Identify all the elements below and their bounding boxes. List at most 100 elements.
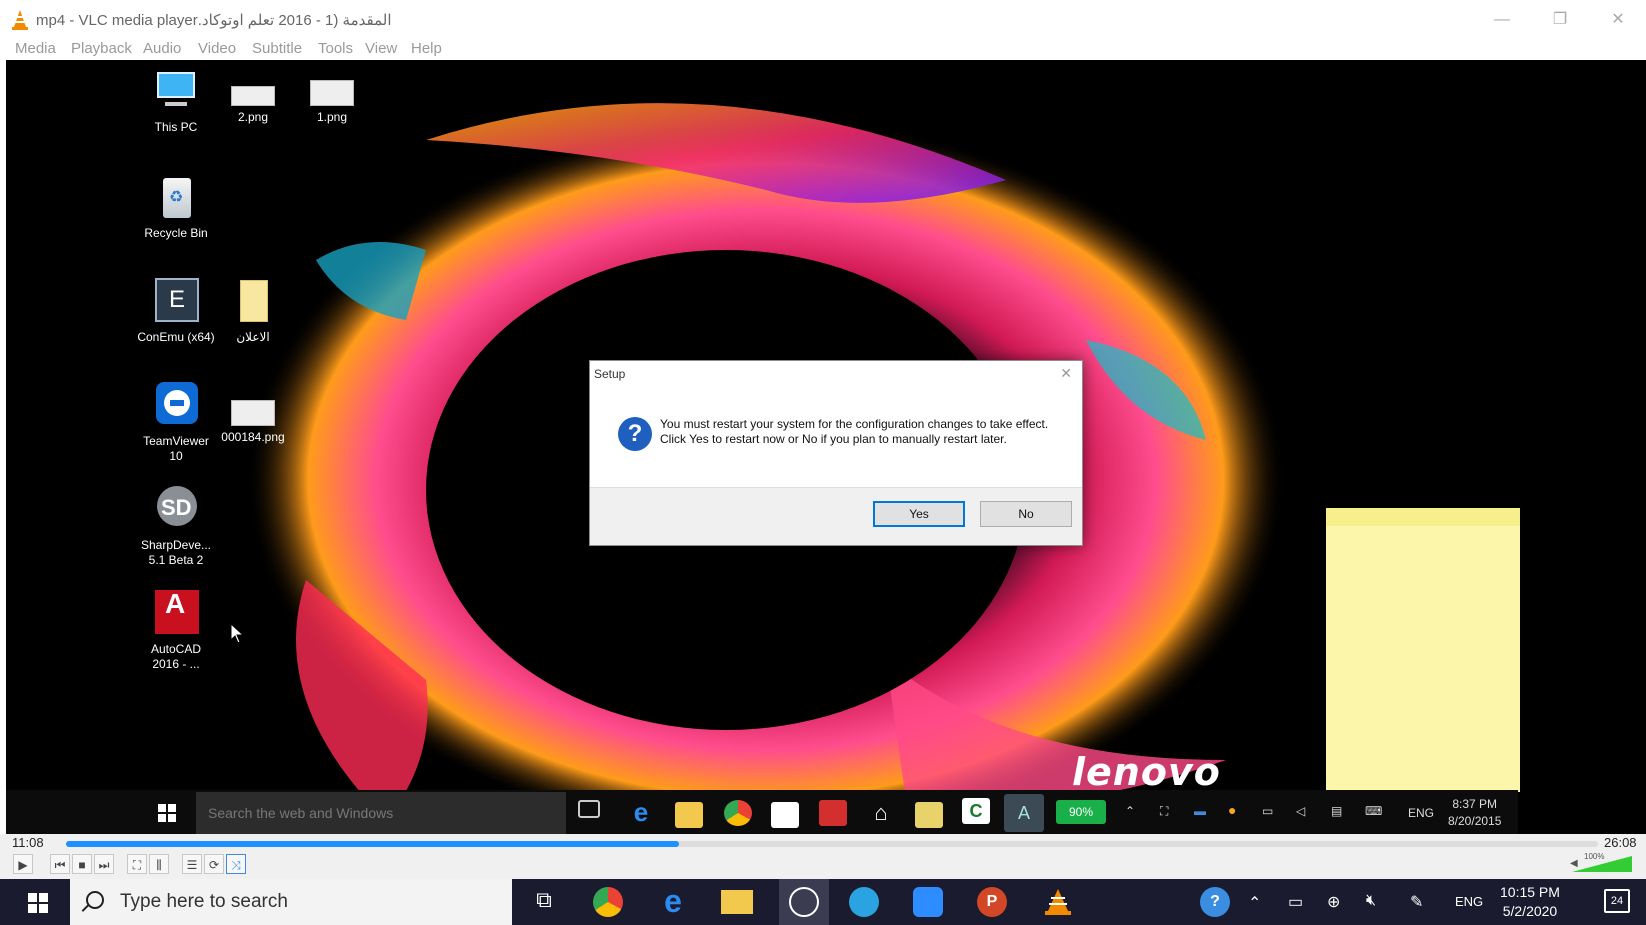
file-explorer-icon[interactable] bbox=[675, 802, 703, 828]
file-explorer-taskbar-icon[interactable] bbox=[721, 890, 753, 914]
taskbar-search-box[interactable]: Type here to search bbox=[70, 879, 512, 925]
desktop-icon-2-png[interactable]: 2.png bbox=[213, 80, 293, 125]
previous-button[interactable]: ⏮ bbox=[50, 854, 70, 874]
recorded-language[interactable]: ENG bbox=[1408, 806, 1434, 820]
orange-tray-icon[interactable]: ● bbox=[1228, 802, 1236, 818]
dialog-close-button[interactable]: ✕ bbox=[1060, 365, 1072, 382]
zoom-icon[interactable] bbox=[913, 887, 943, 917]
menu-media[interactable]: Media bbox=[15, 40, 56, 57]
desktop-icon-sharpdevelop[interactable]: SD SharpDeve... 5.1 Beta 2 bbox=[136, 484, 216, 568]
active-app-taskbar-button[interactable] bbox=[779, 879, 829, 925]
image-file-icon bbox=[228, 400, 278, 426]
keyboard-icon[interactable]: ⌨ bbox=[1365, 804, 1382, 818]
mouse-cursor-icon bbox=[231, 624, 245, 644]
folder-icon[interactable] bbox=[915, 802, 943, 828]
message-icon[interactable]: ▤ bbox=[1331, 804, 1342, 818]
chrome-taskbar-icon[interactable] bbox=[593, 887, 623, 917]
help-tray-icon[interactable]: ? bbox=[1200, 887, 1230, 917]
mail-icon[interactable] bbox=[771, 802, 799, 828]
yes-button[interactable]: Yes bbox=[873, 501, 965, 527]
desktop-icon-this-pc[interactable]: This PC bbox=[136, 66, 216, 135]
host-taskbar: Type here to search ⧉ e P ? ⌃ ▭ ⊕ 🔇︎ ✎ E… bbox=[0, 879, 1646, 925]
show-hidden-icons[interactable]: ⌃ bbox=[1248, 893, 1261, 913]
close-button[interactable]: ✕ bbox=[1598, 6, 1638, 34]
telegram-icon[interactable] bbox=[849, 887, 879, 917]
language-indicator[interactable]: ENG bbox=[1455, 894, 1483, 909]
tray-chevron-icon[interactable]: ⌃ bbox=[1125, 804, 1135, 818]
edge-taskbar-icon[interactable]: e bbox=[657, 885, 689, 917]
desktop-icon-autocad[interactable]: A AutoCAD 2016 - ... bbox=[136, 588, 216, 672]
network-icon[interactable]: ⛶ bbox=[1160, 804, 1168, 819]
window-title: المقدمة (1 - 2016 تعلم اوتوكاد.mp4 - VLC… bbox=[36, 12, 392, 29]
minimize-button[interactable]: — bbox=[1482, 6, 1522, 34]
desktop-icon-recycle-bin[interactable]: ♻ Recycle Bin bbox=[136, 172, 216, 241]
total-time: 26:08 bbox=[1604, 835, 1637, 850]
autocad-taskbar-icon[interactable]: A bbox=[1004, 794, 1044, 832]
lenovo-logo: lenovo bbox=[1072, 750, 1221, 794]
teamviewer-icon bbox=[151, 380, 201, 430]
seek-bar[interactable] bbox=[66, 841, 1598, 847]
search-icon bbox=[86, 891, 104, 909]
sticky-note[interactable] bbox=[1326, 508, 1520, 792]
desktop-icon-teamviewer[interactable]: TeamViewer 10 bbox=[136, 380, 216, 464]
menu-bar: Media Playback Audio Video Subtitle Tool… bbox=[0, 40, 1646, 60]
package-icon[interactable] bbox=[819, 800, 847, 826]
battery-tray-icon[interactable]: ▭ bbox=[1288, 892, 1303, 912]
speaker-icon[interactable]: ◁ bbox=[1296, 804, 1305, 818]
edge-icon[interactable]: e bbox=[627, 799, 655, 826]
start-button[interactable] bbox=[6, 879, 70, 925]
globe-icon[interactable]: ⊕ bbox=[1327, 892, 1340, 912]
play-button[interactable]: ▶ bbox=[13, 854, 33, 874]
app-tray-icon[interactable]: ▬ bbox=[1194, 804, 1206, 818]
vlc-taskbar-icon[interactable] bbox=[1042, 887, 1074, 917]
menu-tools[interactable]: Tools bbox=[318, 40, 353, 57]
menu-help[interactable]: Help bbox=[411, 40, 442, 57]
notification-center-icon[interactable]: 24 bbox=[1604, 889, 1630, 913]
sharpdevelop-icon: SD bbox=[151, 484, 201, 534]
menu-view[interactable]: View bbox=[365, 40, 397, 57]
dialog-title: Setup bbox=[594, 367, 626, 381]
playlist-button[interactable]: ☰ bbox=[182, 854, 202, 874]
host-clock[interactable]: 10:15 PM 5/2/2020 bbox=[1500, 883, 1560, 921]
powerpoint-icon[interactable]: P bbox=[977, 887, 1007, 917]
fullscreen-button[interactable]: ⛶ bbox=[127, 854, 147, 874]
dialog-footer: Yes No bbox=[590, 487, 1082, 545]
dialog-message: You must restart your system for the con… bbox=[660, 417, 1049, 446]
question-icon: ? bbox=[618, 417, 652, 451]
home-icon[interactable]: ⌂ bbox=[867, 800, 895, 826]
folder-icon bbox=[228, 276, 278, 326]
restore-button[interactable]: ❐ bbox=[1540, 6, 1580, 34]
elapsed-time: 11:08 bbox=[12, 835, 44, 850]
task-view-icon[interactable]: ⧉ bbox=[528, 887, 560, 917]
menu-audio[interactable]: Audio bbox=[143, 40, 181, 57]
no-button[interactable]: No bbox=[980, 501, 1072, 527]
display-icon[interactable]: ▭ bbox=[1262, 804, 1273, 818]
menu-subtitle[interactable]: Subtitle bbox=[252, 40, 302, 57]
next-button[interactable]: ⏭ bbox=[94, 854, 114, 874]
desktop-icon-1-png[interactable]: 1.png bbox=[292, 80, 372, 125]
autocad-icon: A bbox=[151, 588, 201, 638]
mute-icon[interactable]: 🔇︎ bbox=[1366, 892, 1376, 910]
volume-label: 100% bbox=[1584, 852, 1605, 861]
windows-start-icon[interactable] bbox=[158, 804, 176, 822]
extended-settings-button[interactable]: ⫼ bbox=[149, 854, 169, 874]
menu-video[interactable]: Video bbox=[198, 40, 236, 57]
recorded-clock[interactable]: 8:37 PM 8/20/2015 bbox=[1448, 796, 1501, 830]
desktop-icon-conemu[interactable]: E ConEmu (x64) bbox=[136, 276, 216, 345]
loop-button[interactable]: ⟳ bbox=[204, 854, 224, 874]
menu-playback[interactable]: Playback bbox=[71, 40, 132, 57]
stop-button[interactable]: ■ bbox=[72, 854, 92, 874]
desktop-icon-folder[interactable]: الاعلان bbox=[213, 276, 293, 345]
image-file-icon bbox=[228, 80, 278, 106]
pen-icon[interactable]: ✎ bbox=[1410, 892, 1423, 912]
recorded-search-box[interactable]: Search the web and Windows bbox=[196, 792, 566, 834]
chrome-icon[interactable] bbox=[724, 800, 752, 826]
task-view-icon[interactable] bbox=[578, 800, 600, 818]
battery-indicator[interactable]: 90% bbox=[1056, 800, 1106, 824]
conemu-icon: E bbox=[151, 276, 201, 326]
desktop-icon-000184-png[interactable]: 000184.png bbox=[213, 400, 293, 445]
computer-icon bbox=[151, 66, 201, 116]
camtasia-icon[interactable]: C bbox=[962, 798, 990, 824]
player-controls: 11:08 26:08 ▶ ⏮ ■ ⏭ ⛶ ⫼ ☰ ⟳ ⤨ ◀ 100% bbox=[0, 834, 1646, 879]
shuffle-button[interactable]: ⤨ bbox=[226, 854, 246, 874]
